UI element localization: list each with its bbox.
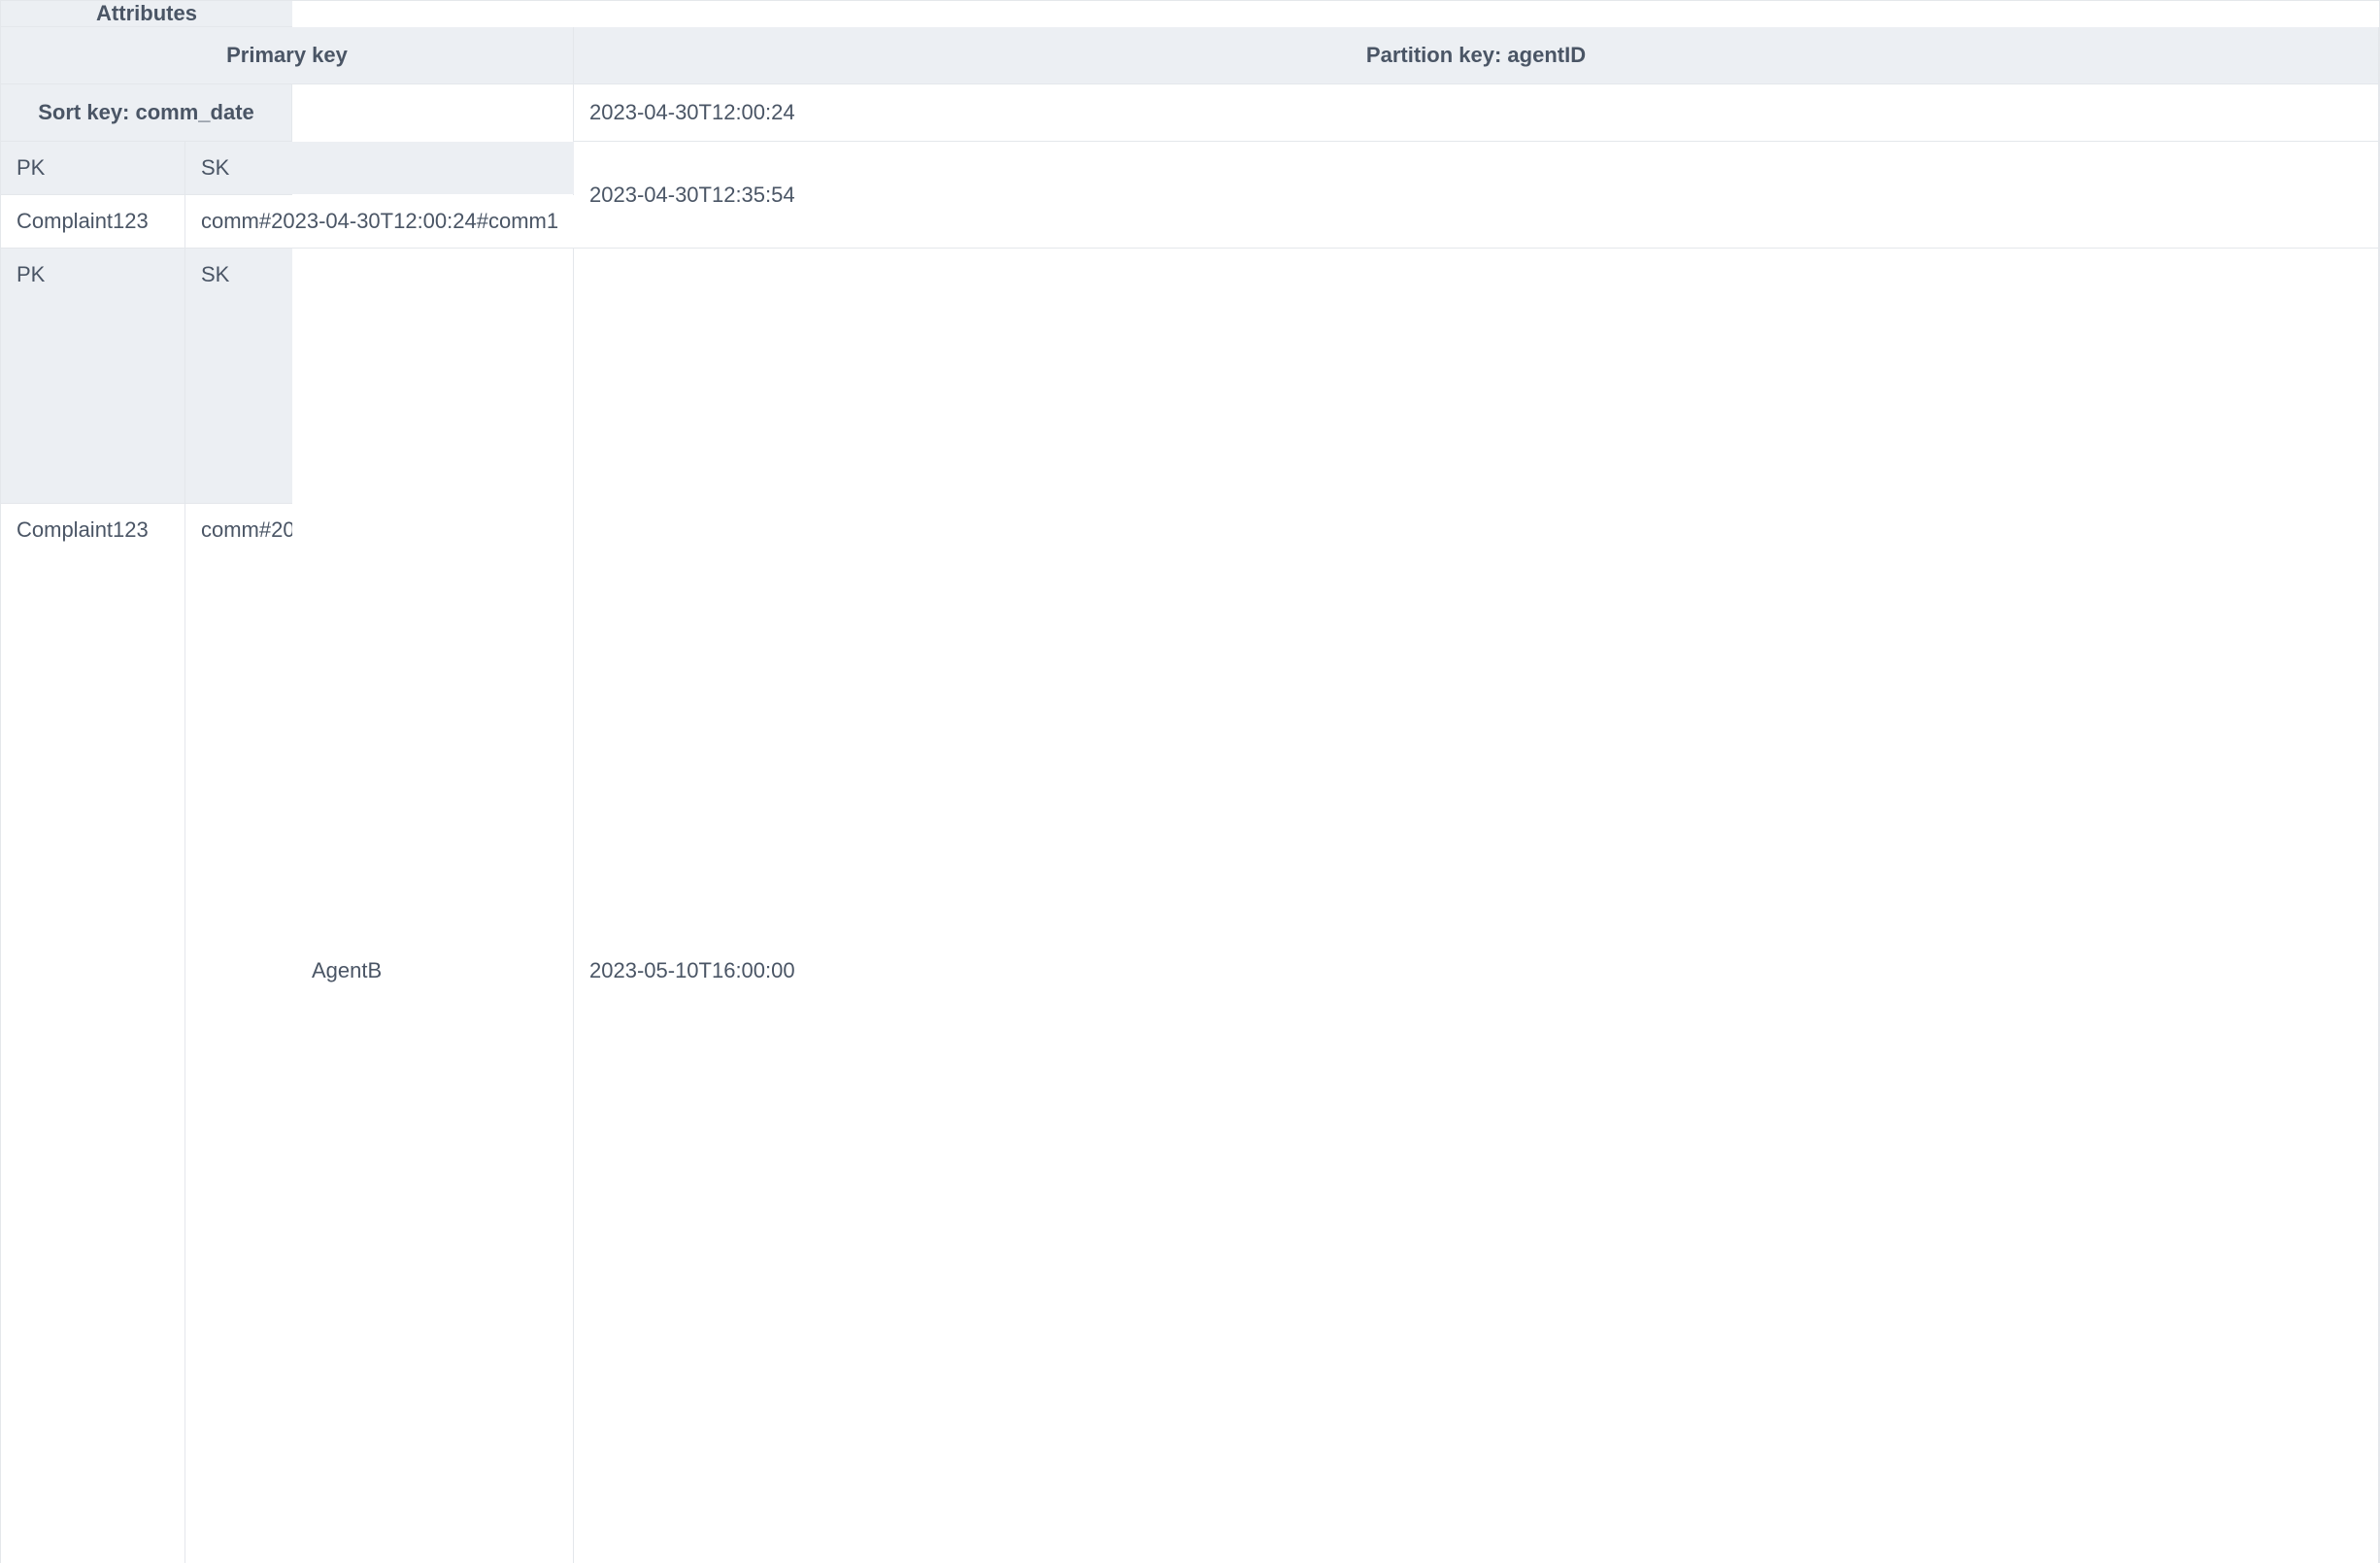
attr-header-pk: PK: [1, 249, 185, 503]
attr-value-pk: Complaint123: [1, 195, 185, 248]
sort-key-value: 2023-05-10T16:00:00: [574, 249, 2379, 1563]
data-model-table: Primary key Attributes Partition key: ag…: [0, 0, 2380, 1563]
header-sort-key: Sort key: comm_date: [1, 84, 292, 142]
attr-header-pk: PK: [1, 142, 185, 194]
attributes-block: PK SK comm_id complaint_state comm_text …: [1, 142, 292, 249]
partition-key-value: AgentB: [292, 249, 574, 1563]
header-partition-key: Partition key: agentID: [574, 27, 2379, 84]
attr-header-sk: SK: [185, 142, 593, 194]
sort-key-value: 2023-04-30T12:00:24: [574, 84, 2379, 142]
header-attributes: Attributes: [1, 1, 292, 27]
attributes-block: PK SK comm_id complaint_state comm_text …: [1, 249, 292, 1563]
attr-value-pk: Complaint123: [1, 504, 185, 1563]
sort-key-value: 2023-04-30T12:35:54: [574, 142, 2379, 249]
header-primary-key: Primary key: [1, 27, 574, 84]
attr-value-sk: comm#2023-04-30T12:00:24#comm1: [185, 195, 593, 248]
